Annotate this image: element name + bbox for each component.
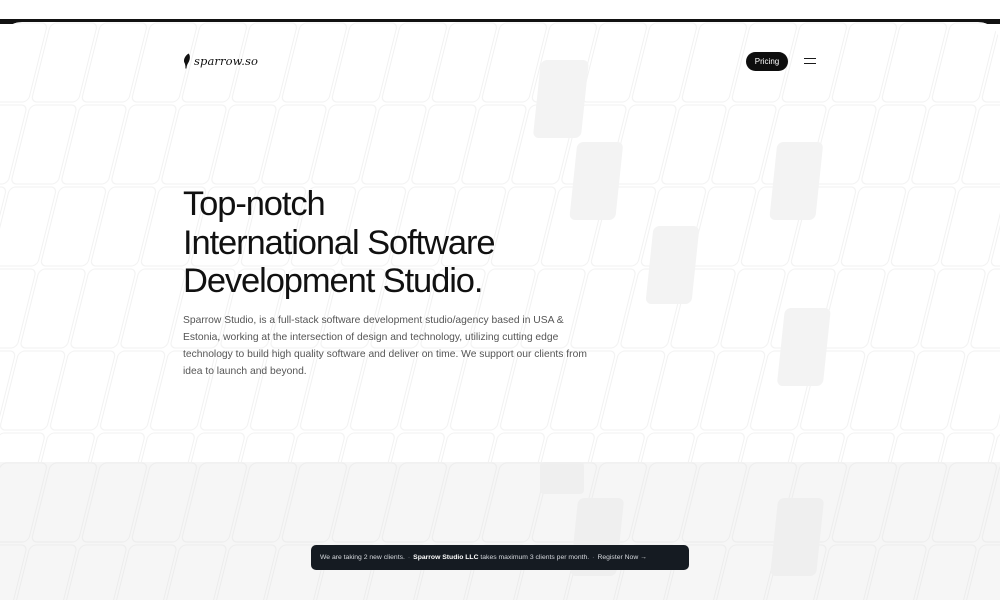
banner-separator: · (407, 554, 411, 561)
pricing-button[interactable]: Pricing (746, 52, 788, 71)
banner-company-name: Sparrow Studio LLC (413, 554, 479, 561)
menu-icon-line-bottom (804, 63, 816, 65)
hero-title-line-1: Top-notch (183, 185, 326, 223)
brand-logo-link[interactable]: sparrow.so (183, 52, 258, 70)
quill-icon (183, 53, 190, 69)
menu-icon-line-top (804, 58, 816, 60)
banner-detail-text: takes maximum 3 clients per month. (480, 554, 590, 561)
menu-icon[interactable] (804, 57, 816, 66)
client-availability-banner: We are taking 2 new clients. · Sparrow Stu… (311, 545, 689, 570)
hero-title: Top-notch International Software Develop… (183, 185, 603, 301)
page-window: sparrow.so Pricing Top-notch Internation… (0, 22, 1000, 600)
register-now-link[interactable]: Register Now → (597, 554, 646, 561)
browser-top-strip (0, 0, 1000, 19)
brand-logo-text: sparrow.so (194, 54, 258, 68)
page-content: sparrow.so Pricing Top-notch Internation… (0, 22, 1000, 600)
hero-title-line-3: Development Studio. (183, 262, 483, 300)
top-navigation: sparrow.so Pricing (183, 52, 817, 72)
banner-separator: · (592, 554, 595, 561)
banner-lead-text: We are taking 2 new clients. (320, 554, 405, 561)
hero-title-line-2: International Software (183, 223, 496, 262)
hero-description: Sparrow Studio, is a full-stack software… (183, 315, 587, 377)
